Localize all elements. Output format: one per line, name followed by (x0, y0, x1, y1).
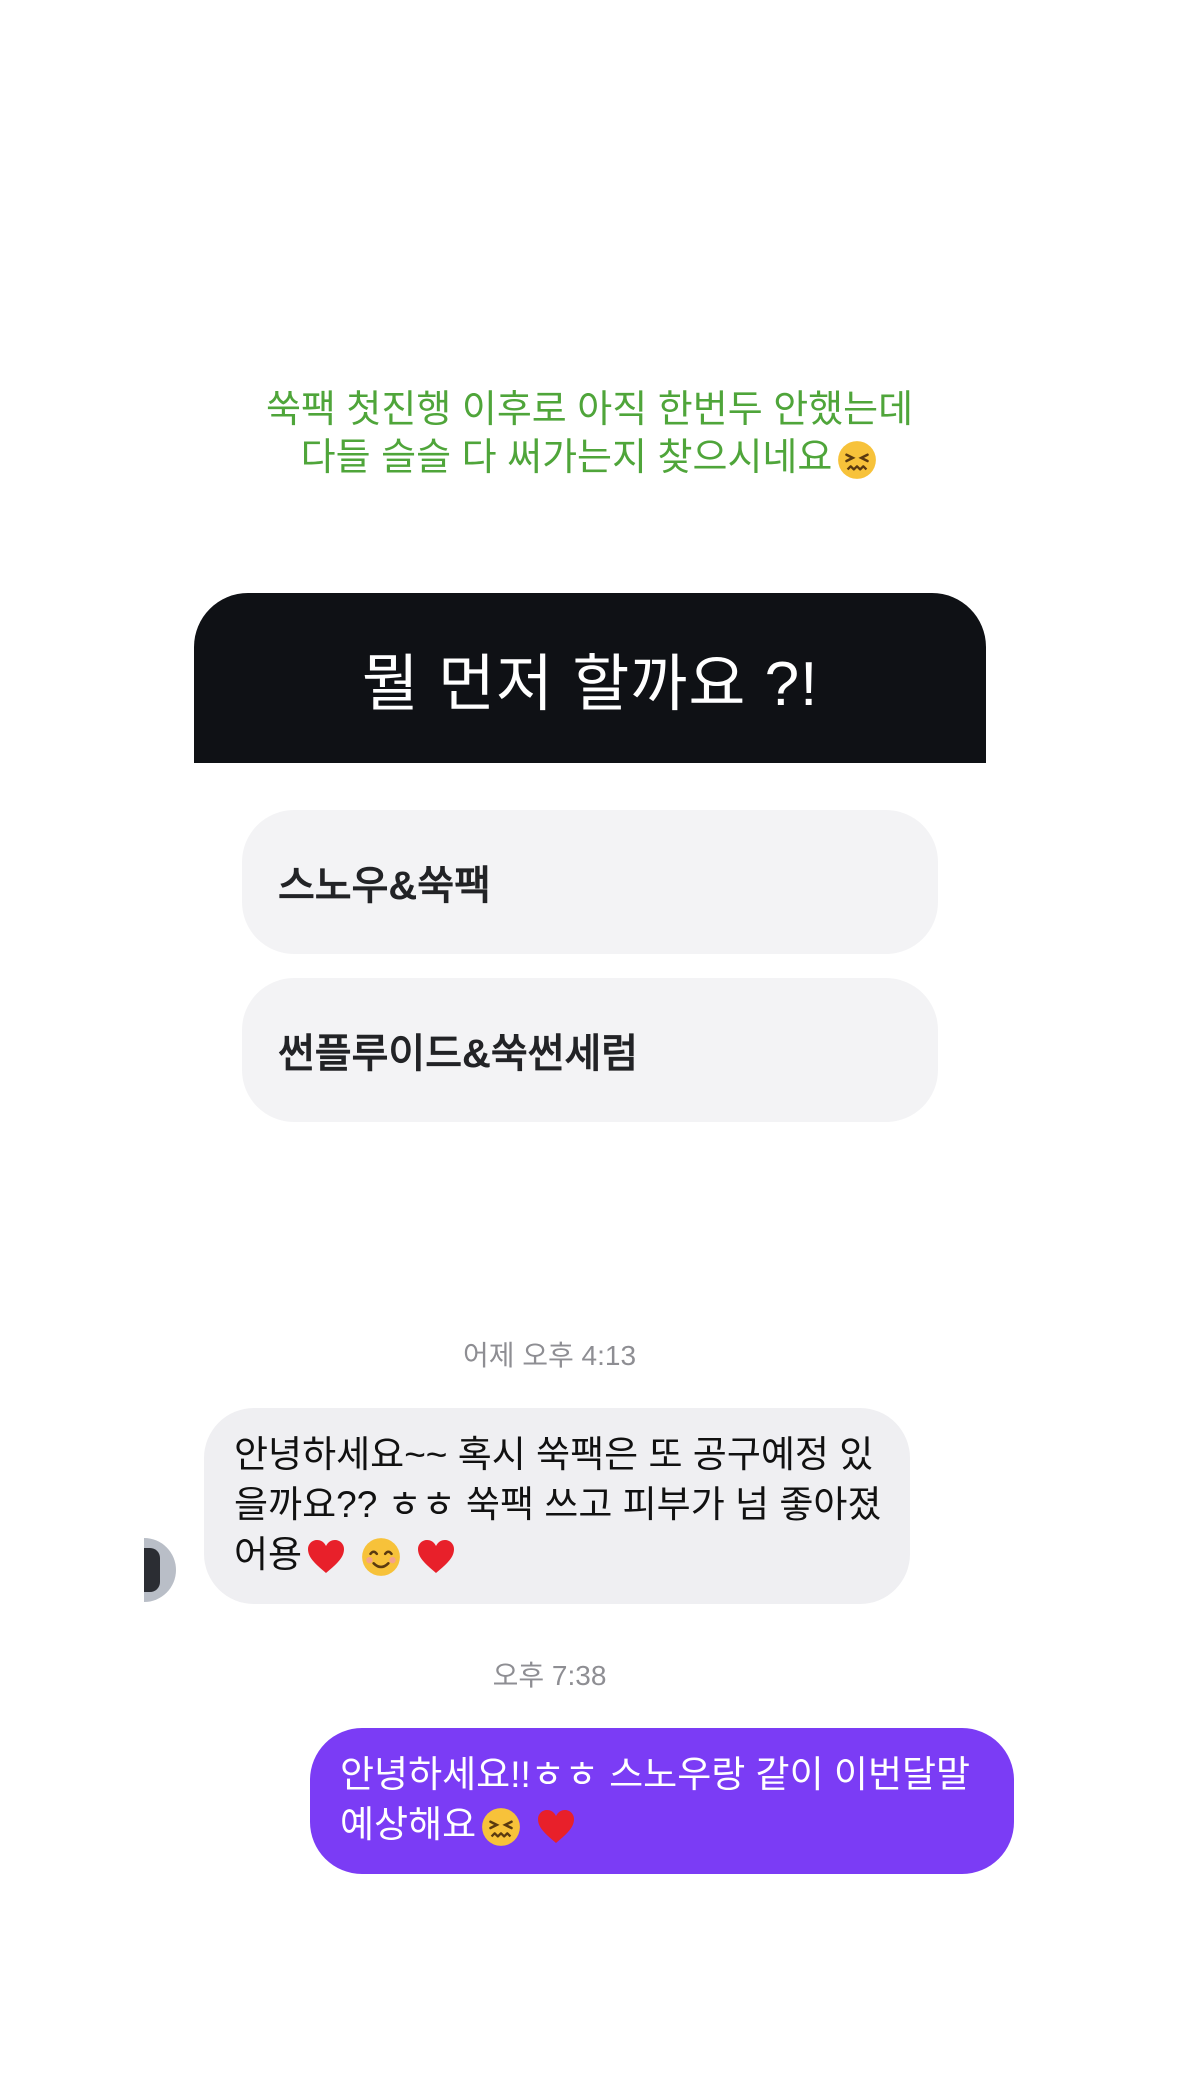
heart-icon (538, 1810, 575, 1844)
poll-option-label: 썬플루이드&쑥썬세럼 (278, 1032, 639, 1076)
avatar[interactable] (144, 1538, 176, 1602)
poll-option-1[interactable]: 스노우&쑥팩 (242, 810, 938, 954)
poll-option-2[interactable]: 썬플루이드&쑥썬세럼 (242, 978, 938, 1122)
heart-icon (308, 1540, 345, 1574)
outgoing-message-bubble[interactable]: 안녕하세요!!ㅎㅎ 스노우랑 같이 이번달말 예상해요 (310, 1728, 1014, 1874)
message-line-with-emoji: 어용 (234, 1530, 880, 1580)
confounded-face-icon (482, 1808, 521, 1847)
poll-question: 뭘 먼저 할까요 ?! (194, 593, 986, 763)
message-line: 안녕하세요!!ㅎㅎ 스노우랑 같이 이번달말 (340, 1754, 971, 1795)
story-caption: 쑥팩 첫진행 이후로 아직 한번두 안했는데 다들 슬슬 다 써가는지 찾으시네… (0, 386, 1179, 482)
message-line: 을까요?? ㅎㅎ 쑥팩 쓰고 피부가 넘 좋아졌 (234, 1484, 882, 1525)
caption-line-2: 다들 슬슬 다 써가는지 찾으시네요 (0, 434, 1179, 482)
message-timestamp: 어제 오후 4:13 (462, 1340, 637, 1371)
heart-icon (418, 1540, 455, 1574)
poll-option-label: 스노우&쑥팩 (278, 864, 491, 908)
smiling-face-icon (362, 1538, 400, 1577)
message-line-with-emoji: 예상해요 (340, 1800, 984, 1850)
caption-line-1: 쑥팩 첫진행 이후로 아직 한번두 안했는데 (265, 389, 914, 431)
incoming-message-bubble[interactable]: 안녕하세요~~ 혹시 쑥팩은 또 공구예정 있 을까요?? ㅎㅎ 쑥팩 쓰고 피… (204, 1408, 910, 1604)
message-timestamp: 오후 7:38 (492, 1660, 607, 1691)
story-reply-screen: 쑥팩 첫진행 이후로 아직 한번두 안했는데 다들 슬슬 다 써가는지 찾으시네… (0, 0, 1179, 2096)
message-line: 안녕하세요~~ 혹시 쑥팩은 또 공구예정 있 (234, 1434, 874, 1475)
confounded-face-icon (838, 441, 877, 479)
